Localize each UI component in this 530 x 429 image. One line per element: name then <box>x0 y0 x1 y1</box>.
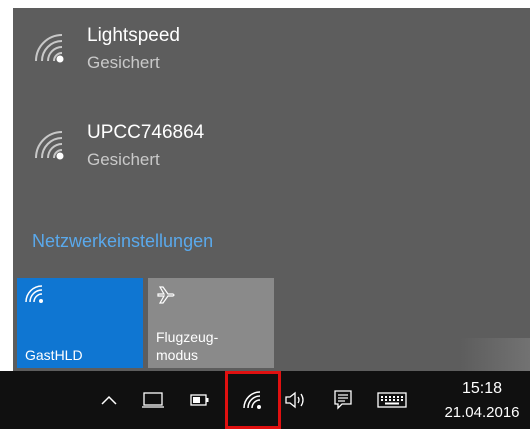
network-settings-link[interactable]: Netzwerkeinstellungen <box>32 229 213 253</box>
clock-date: 21.04.2016 <box>444 404 520 421</box>
tablet-icon[interactable] <box>138 371 168 429</box>
tile-label: GastHLD <box>25 347 83 363</box>
tile-label-line: modus <box>156 347 199 363</box>
clock-time: 15:18 <box>461 380 503 397</box>
network-item-upcc746864[interactable]: UPCC746864 Gesichert <box>13 120 530 210</box>
tile-label: Flugzeug- modus <box>156 328 218 364</box>
airplane-mode-tile[interactable]: Flugzeug- modus <box>148 278 274 368</box>
wifi-secured-icon <box>34 33 68 68</box>
wifi-icon-highlight <box>225 371 281 429</box>
wifi-secured-icon <box>34 130 68 165</box>
network-status: Gesichert <box>87 53 160 72</box>
network-flyout: Lightspeed Gesichert UPCC746864 Gesicher… <box>13 8 530 371</box>
network-name: Lightspeed <box>87 25 180 46</box>
faded-corner <box>460 338 530 371</box>
battery-icon[interactable] <box>186 371 214 429</box>
taskbar: 15:18 21.04.2016 <box>0 371 530 429</box>
tile-label-line: Flugzeug- <box>156 329 219 345</box>
volume-icon[interactable] <box>280 371 312 429</box>
chevron-up-icon[interactable] <box>95 371 123 429</box>
action-center-icon[interactable] <box>329 371 357 429</box>
wifi-icon <box>25 285 45 308</box>
wifi-tile[interactable]: GastHLD <box>17 278 143 368</box>
airplane-icon <box>156 285 176 310</box>
clock[interactable]: 15:18 21.04.2016 <box>437 379 527 423</box>
keyboard-icon[interactable] <box>375 371 409 429</box>
network-name: UPCC746864 <box>87 122 205 143</box>
network-status: Gesichert <box>87 150 160 169</box>
network-item-lightspeed[interactable]: Lightspeed Gesichert <box>13 23 530 113</box>
